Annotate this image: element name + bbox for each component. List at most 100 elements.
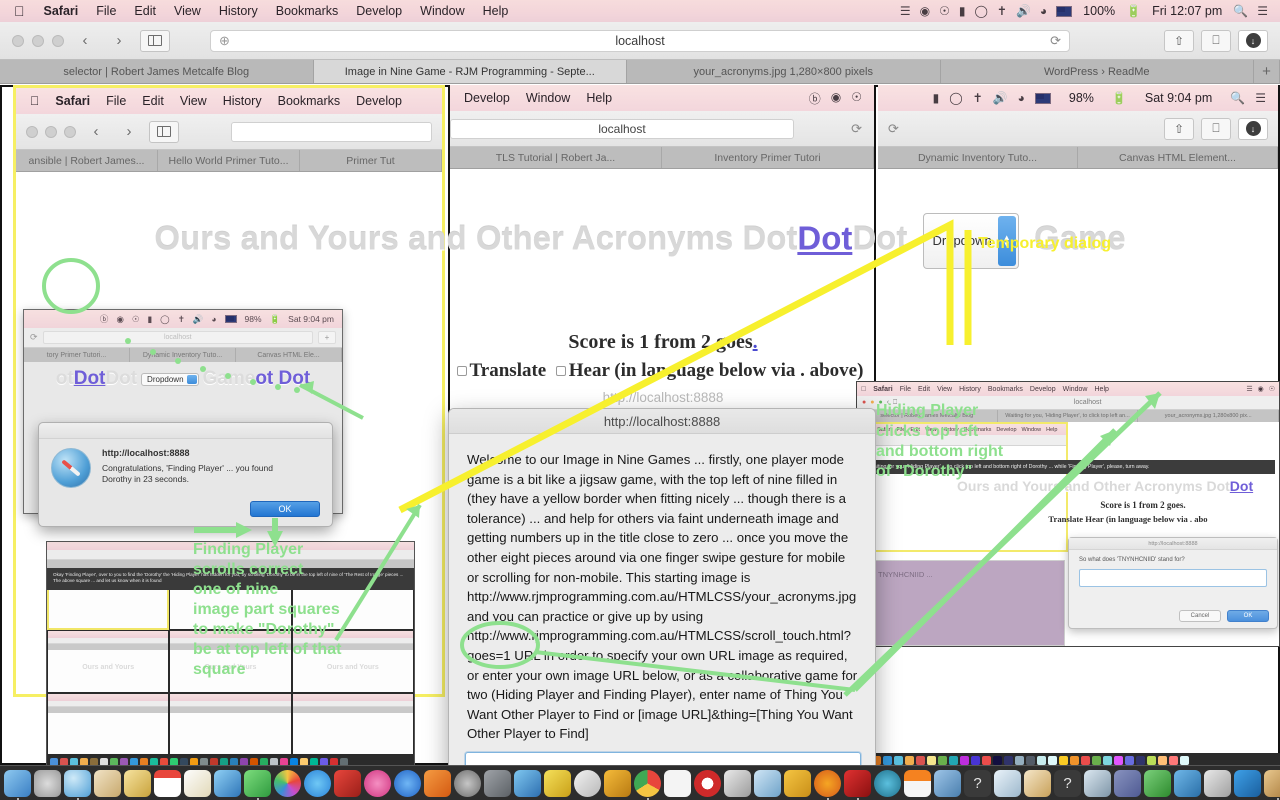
- timemachine-icon[interactable]: ☉: [939, 4, 950, 18]
- dock-icon-app-red[interactable]: [334, 769, 361, 797]
- menu-item-develop[interactable]: Develop: [347, 0, 411, 22]
- dock-icon-cube[interactable]: [994, 769, 1021, 797]
- minimize-button[interactable]: [45, 125, 57, 138]
- menu-item-help[interactable]: Help: [578, 91, 620, 105]
- close-button[interactable]: [26, 125, 38, 138]
- spotlight-search-icon[interactable]: 🔍: [1230, 91, 1245, 105]
- airdrop-icon[interactable]: ◉: [831, 90, 841, 107]
- dock-icon-itunes[interactable]: [364, 769, 391, 797]
- wifi-icon[interactable]: ◕: [1018, 91, 1025, 105]
- downloads-icon[interactable]: ↓: [1238, 117, 1268, 140]
- dot-link[interactable]: Dot: [797, 220, 852, 257]
- tab-image-in-nine-game[interactable]: Image in Nine Game - RJM Programming - S…: [313, 60, 627, 83]
- bluetooth-icon[interactable]: ✝: [973, 91, 983, 105]
- dock-icon-system-preferences[interactable]: [454, 769, 481, 797]
- dock-icon-page-white[interactable]: [664, 769, 691, 797]
- menu-item-develop[interactable]: Develop: [348, 94, 410, 108]
- zoom-button[interactable]: [64, 125, 76, 138]
- airplay-icon[interactable]: ▮: [959, 4, 966, 18]
- clock-history-icon[interactable]: ◯: [974, 4, 987, 18]
- tab-wordpress-readme[interactable]: WordPress › ReadMe: [940, 60, 1254, 83]
- menu-item-window[interactable]: Window: [518, 91, 578, 105]
- menu-item-history[interactable]: History: [215, 94, 270, 108]
- dock-icon-preview[interactable]: [754, 769, 781, 797]
- tab-ansible-blog[interactable]: ansible | Robert James...: [16, 150, 158, 171]
- tab-overview-icon[interactable]: ⎕: [1201, 29, 1231, 52]
- dock-icon-safari[interactable]: [64, 769, 91, 800]
- forward-button[interactable]: ›: [106, 30, 132, 52]
- dock-icon-finder[interactable]: [4, 769, 31, 800]
- dock-icon-php[interactable]: [1114, 769, 1141, 797]
- dock-icon-ghostscript[interactable]: [574, 769, 601, 797]
- dock-icon-chrome[interactable]: [634, 769, 661, 800]
- address-bar[interactable]: [231, 121, 432, 142]
- reload-icon[interactable]: ⟳: [851, 121, 862, 137]
- menu-item-file[interactable]: File: [87, 0, 125, 22]
- menu-item-safari[interactable]: Safari: [35, 0, 88, 22]
- score-dot-link[interactable]: .: [753, 331, 758, 353]
- dock-icon-filezilla[interactable]: [844, 769, 871, 800]
- menu-item-edit[interactable]: Edit: [125, 0, 165, 22]
- zoom-button[interactable]: [52, 34, 64, 47]
- dock-icon-remote-desktop[interactable]: [934, 769, 961, 797]
- forward-button[interactable]: ›: [116, 121, 142, 143]
- menu-item-edit[interactable]: Edit: [134, 94, 172, 108]
- dock-icon-help-2[interactable]: [1054, 769, 1081, 797]
- back-button[interactable]: ‹: [72, 30, 98, 52]
- downloads-icon[interactable]: ↓: [1238, 29, 1268, 52]
- tab-tls-tutorial[interactable]: TLS Tutorial | Robert Ja...: [450, 147, 662, 168]
- dock-icon-opera[interactable]: [694, 769, 721, 797]
- dock-icon-bluefish[interactable]: [1174, 769, 1201, 797]
- menu-item-bookmarks[interactable]: Bookmarks: [270, 94, 349, 108]
- menu-item-window[interactable]: Window: [411, 0, 473, 22]
- translate-checkbox[interactable]: [456, 365, 467, 376]
- share-icon[interactable]: ⇧: [1164, 117, 1194, 140]
- dock-icon-textedit[interactable]: [184, 769, 211, 797]
- menu-item-help[interactable]: Help: [474, 0, 518, 22]
- battery-icon[interactable]: 🔋: [1112, 91, 1127, 105]
- address-bar[interactable]: ⊕ localhost ⟳: [210, 29, 1070, 52]
- minimize-button[interactable]: [32, 34, 44, 47]
- wifi-signal-icon[interactable]: ☰: [900, 4, 911, 18]
- tab-overview-icon[interactable]: ⎕: [1201, 117, 1231, 140]
- dock-icon-paint[interactable]: [604, 769, 631, 797]
- dock-icon-imagemagick[interactable]: [724, 769, 751, 797]
- dock-icon-skitch[interactable]: [784, 769, 811, 797]
- new-tab-button[interactable]: +: [1254, 60, 1280, 83]
- flag-icon[interactable]: [1056, 5, 1073, 17]
- reload-icon[interactable]: ⟳: [1050, 33, 1061, 49]
- menu-item-develop[interactable]: Develop: [456, 91, 518, 105]
- dock-icon-notes[interactable]: [124, 769, 151, 797]
- share-icon[interactable]: ⇧: [1164, 29, 1194, 52]
- dock-icon-xcode[interactable]: [514, 769, 541, 797]
- dock-icon-photoshop[interactable]: [1264, 769, 1280, 800]
- tab-selector-blog[interactable]: selector | Robert James Metcalfe Blog: [0, 60, 314, 83]
- apple-menu-icon[interactable]: : [8, 0, 35, 22]
- onepassword-icon[interactable]: ☉: [851, 90, 862, 107]
- bitcoin-icon[interactable]: ⓑ: [809, 90, 821, 107]
- spotlight-search-icon[interactable]: 🔍: [1233, 4, 1248, 18]
- tab-dynamic-inventory[interactable]: Dynamic Inventory Tuto...: [878, 147, 1078, 168]
- tab-inventory-primer[interactable]: Inventory Primer Tutori: [662, 147, 874, 168]
- hear-checkbox[interactable]: [555, 365, 566, 376]
- dock-icon-photos[interactable]: [274, 769, 301, 797]
- dock-icon-android-studio[interactable]: [1144, 769, 1171, 797]
- dock-icon-mail-prefs[interactable]: [214, 769, 241, 797]
- sidebar-toggle-icon[interactable]: [140, 29, 170, 52]
- dock-icon-x11[interactable]: [1204, 769, 1231, 797]
- flag-icon[interactable]: [1034, 92, 1051, 104]
- wifi-icon[interactable]: ◕: [1040, 4, 1047, 18]
- dock-icon-firefox[interactable]: [814, 769, 841, 800]
- notification-center-icon[interactable]: ☰: [1255, 91, 1266, 105]
- menu-item-safari[interactable]: Safari: [47, 94, 98, 108]
- dock-icon-app-store[interactable]: [394, 769, 421, 797]
- menu-item-view[interactable]: View: [165, 0, 210, 22]
- dock-icon-facetime[interactable]: [244, 769, 271, 800]
- dock-icon-keychain[interactable]: [484, 769, 511, 797]
- dock-icon-messages[interactable]: [304, 769, 331, 797]
- menu-item-history[interactable]: History: [210, 0, 267, 22]
- menu-item-file[interactable]: File: [98, 94, 134, 108]
- dock-icon-colorsync[interactable]: [1024, 769, 1051, 797]
- menu-item-view[interactable]: View: [172, 94, 215, 108]
- volume-icon[interactable]: 🔊: [993, 91, 1008, 105]
